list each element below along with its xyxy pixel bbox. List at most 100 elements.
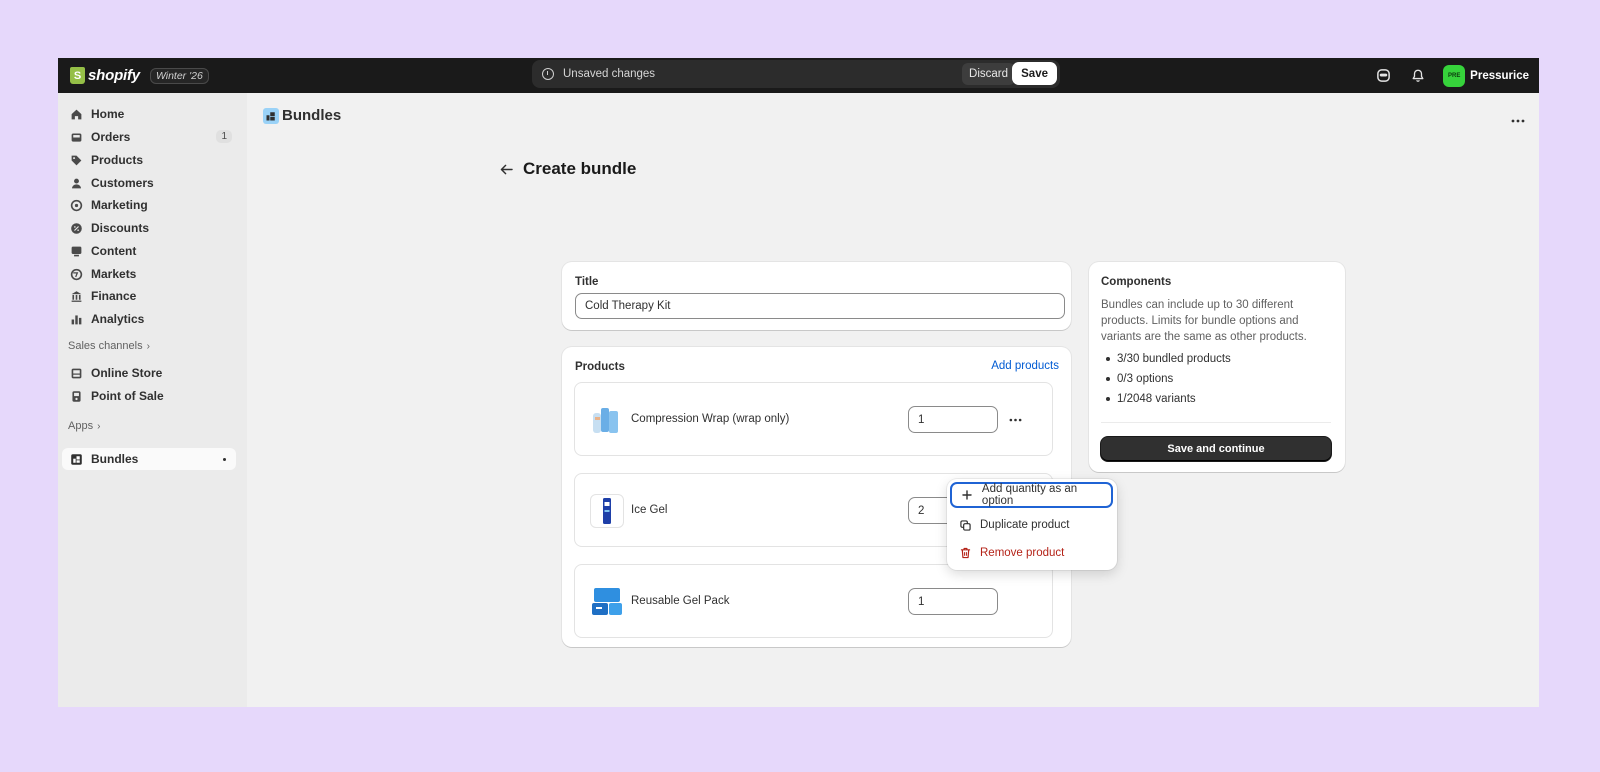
store-icon [69,366,83,380]
more-actions-icon[interactable] [1007,413,1023,427]
duplicate-icon [958,518,972,532]
pinned-dot [223,458,226,461]
add-quantity-option-item[interactable]: Add quantity as an option [950,482,1113,508]
brand-wordmark: shopify [88,67,140,84]
store-name[interactable]: Pressurice [1470,70,1529,82]
products-label: Products [575,361,625,373]
sidebar-item-label: Home [91,107,125,121]
menu-item-label: Duplicate product [980,519,1070,531]
components-title: Components [1101,276,1172,288]
components-limits-list: 3/30 bundled products 0/3 options 1/2048… [1101,349,1329,409]
sidebar-item-discounts[interactable]: Discounts [62,217,236,239]
sidebar-item-label: Analytics [91,312,145,326]
sidebar-item-label: Finance [91,289,137,303]
sidebar-item-label: Marketing [91,198,148,212]
compression-wrap-thumbnail [590,403,624,437]
menu-item-label: Add quantity as an option [981,483,1078,507]
sidebar-item-label: Content [91,244,137,258]
sidebar-item-markets[interactable]: Markets [62,263,236,285]
globe-icon [69,267,83,281]
quantity-input[interactable]: 1 [908,406,998,433]
more-actions-icon[interactable] [1511,111,1525,126]
title-input[interactable]: Cold Therapy Kit [575,293,1065,319]
limit-item: 3/30 bundled products [1101,349,1329,369]
top-bar: S shopify Winter '26 Unsaved changes Dis… [58,58,1539,93]
sidebar-item-label: Online Store [91,366,163,380]
sidebar-item-orders[interactable]: Orders 1 [62,126,236,148]
sales-channels-label: Sales channels [68,340,143,352]
apps-label: Apps [68,420,94,432]
sidebar-item-point-of-sale[interactable]: Point of Sale [62,385,236,407]
save-button[interactable]: Save [1012,62,1057,85]
sidebar-item-bundles[interactable]: Bundles [62,448,236,470]
title-label: Title [575,276,599,288]
bank-icon [69,289,83,303]
main-content: Bundles Create bundle Title Cold Therapy… [247,93,1539,707]
title-card: Title Cold Therapy Kit [562,262,1071,330]
sidebar: Home Orders 1 Products Customers Marketi… [58,93,247,707]
limit-item: 1/2048 variants [1101,389,1329,409]
sidebar-item-label: Point of Sale [91,389,164,403]
save-and-continue-button[interactable]: Save and continue [1101,437,1331,461]
apps-section[interactable]: Apps › [68,420,100,432]
orders-icon [69,130,83,144]
product-actions-menu: Add quantity as an option Duplicate prod… [947,479,1117,570]
alert-icon [542,68,554,80]
product-name: Ice Gel [631,504,668,516]
bar-chart-icon [69,312,83,326]
add-products-link[interactable]: Add products [991,360,1059,372]
chevron-right-icon: › [146,340,150,352]
unsaved-changes-text: Unsaved changes [563,68,656,80]
admin-window: S shopify Winter '26 Unsaved changes Dis… [58,58,1539,707]
target-icon [69,198,83,212]
sales-channels-section[interactable]: Sales channels › [68,340,150,352]
remove-product-item[interactable]: Remove product [950,540,1113,566]
sidebar-item-label: Discounts [91,221,150,235]
product-row: Compression Wrap (wrap only) 1 [574,382,1053,456]
sidekick-icon[interactable] [1373,66,1393,86]
shopify-bag-icon: S [70,67,85,84]
duplicate-product-item[interactable]: Duplicate product [950,512,1113,538]
sidebar-item-home[interactable]: Home [62,103,236,125]
ice-gel-thumbnail [590,494,624,528]
sidebar-item-label: Products [91,153,144,167]
bundles-app-icon [263,107,279,124]
home-icon [69,107,83,121]
page-title: Create bundle [523,159,637,178]
sidebar-item-online-store[interactable]: Online Store [62,362,236,384]
app-header: Bundles [263,107,341,124]
sidebar-item-content[interactable]: Content [62,240,236,262]
sidebar-item-customers[interactable]: Customers [62,172,236,194]
shopify-logo[interactable]: S shopify Winter '26 [70,67,209,84]
sidebar-item-analytics[interactable]: Analytics [62,308,236,330]
trash-icon [958,546,972,560]
edition-badge[interactable]: Winter '26 [149,67,209,84]
product-name: Reusable Gel Pack [631,595,730,607]
sidebar-item-label: Bundles [91,452,139,466]
sidebar-item-products[interactable]: Products [62,149,236,171]
bundles-icon [69,452,83,466]
sidebar-item-label: Orders [91,130,131,144]
quantity-input[interactable]: 1 [908,588,998,615]
orders-count-badge: 1 [216,130,232,143]
discount-icon [69,221,83,235]
sidebar-item-label: Markets [91,267,137,281]
components-card: Components Bundles can include up to 30 … [1089,262,1345,472]
app-title: Bundles [282,107,342,124]
product-name: Compression Wrap (wrap only) [631,413,790,425]
bell-icon[interactable] [1408,66,1428,86]
product-row: Reusable Gel Pack 1 [574,564,1053,638]
back-arrow-icon[interactable] [497,160,515,178]
discard-button[interactable]: Discard [962,63,1015,85]
divider [1101,422,1331,423]
components-description: Bundles can include up to 30 different p… [1101,299,1307,343]
store-avatar[interactable]: PRE [1443,64,1466,87]
sidebar-item-marketing[interactable]: Marketing [62,194,236,216]
tag-icon [69,153,83,167]
limit-item: 0/3 options [1101,369,1329,389]
person-icon [69,176,83,190]
menu-item-label: Remove product [980,547,1065,559]
content-icon [69,244,83,258]
sidebar-item-finance[interactable]: Finance [62,285,236,307]
reusable-gel-pack-thumbnail [590,585,624,619]
